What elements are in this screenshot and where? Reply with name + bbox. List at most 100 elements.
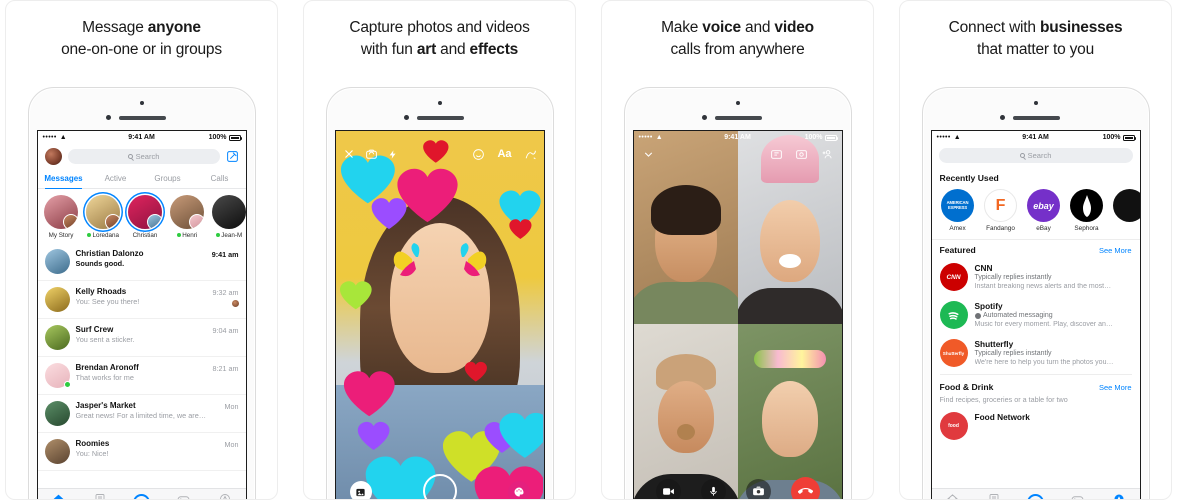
participant-face [761, 381, 818, 458]
conversation-row[interactable]: Roomies You: Nice! Mon [37, 433, 246, 471]
mic-toggle-button[interactable] [700, 478, 726, 499]
food-network-logo: food [939, 412, 968, 440]
switch-camera-icon [752, 486, 764, 495]
effects-palette-button[interactable] [507, 481, 530, 499]
tab-calls[interactable]: Calls [194, 170, 246, 188]
video-tile-3[interactable] [633, 323, 738, 499]
stories-row: My Story Loredana Christian Henri Jean-M [38, 189, 246, 243]
tab-bar: Messages Active Groups Calls [37, 170, 246, 189]
story-item[interactable]: My Story [43, 195, 80, 239]
conversation-row[interactable]: Surf Crew You sent a sticker. 9:04 am [37, 319, 246, 357]
story-item[interactable]: Jean-M [211, 195, 246, 239]
conversation-time: Mon [224, 401, 239, 411]
gallery-button[interactable] [349, 481, 372, 499]
cnn-logo: CNN [939, 263, 968, 291]
nav-games[interactable]: Games [162, 493, 204, 499]
nav-people[interactable]: People [973, 493, 1015, 499]
business-row[interactable]: CNN CNN Typically replies instantly Inst… [932, 258, 1140, 296]
business-description: We're here to help you turn the photos y… [974, 358, 1114, 366]
bottom-nav-1: Home People Games Discov [37, 488, 246, 499]
shutter-button[interactable] [422, 474, 457, 499]
headline-line2: calls from anywhere [670, 41, 805, 58]
conversation-avatar [44, 362, 71, 388]
effects-icon[interactable] [770, 148, 783, 161]
see-more-link[interactable]: See More [1099, 383, 1132, 392]
video-toggle-button[interactable] [655, 478, 681, 499]
story-item[interactable]: Henri [169, 195, 206, 239]
flip-camera-icon[interactable] [365, 148, 378, 161]
headline-line1: Capture photos and videos [349, 19, 530, 36]
phone-frame-1: ••••• ▲ 9:41 AM 100% Search Messages Act… [27, 87, 256, 499]
see-more-link[interactable]: See More [1099, 246, 1132, 255]
business-name: CNN [974, 263, 993, 273]
brand-item[interactable]: AMERICAN EXPRESS Amex [940, 189, 976, 232]
conversation-row[interactable]: Christian Dalonzo Sounds good. 9:41 am [37, 243, 246, 281]
brand-item[interactable] [1112, 189, 1140, 232]
section-subtitle: Find recipes, groceries or a table for t… [939, 395, 1068, 404]
story-item[interactable]: Loredana [85, 195, 122, 239]
conversation-row[interactable]: Kelly Rhoads You: See you there! 9:32 am [37, 281, 246, 319]
gallery-icon [356, 488, 365, 496]
close-icon[interactable] [343, 148, 355, 160]
conversation-row[interactable]: Brendan Aronoff That works for me 8:21 a… [37, 357, 246, 395]
nav-home[interactable]: Home [932, 493, 974, 499]
headline-line2: that matter to you [976, 41, 1095, 58]
brand-item[interactable]: Sephora [1069, 189, 1105, 232]
avatar[interactable] [44, 148, 62, 165]
headline-text: Connect with [948, 19, 1040, 36]
headline-text: Make [661, 19, 703, 36]
tab-messages[interactable]: Messages [38, 170, 90, 189]
business-row[interactable]: Spotify Automated messaging Music for ev… [932, 296, 1140, 334]
brand-item[interactable]: ebay eBay [1026, 189, 1062, 232]
participant-face [657, 381, 714, 454]
business-row[interactable]: Shutterfly Shutterfly Typically replies … [932, 334, 1140, 372]
tab-groups[interactable]: Groups [142, 170, 194, 188]
doodle-icon[interactable] [524, 148, 537, 161]
search-input[interactable]: Search [938, 148, 1133, 163]
nav-camera[interactable] [1015, 494, 1057, 499]
screenshot-card-camera: Capture photos and videos with fun art a… [303, 0, 576, 500]
business-row[interactable]: food Food Network [932, 407, 1140, 445]
brand-name: eBay [1036, 225, 1051, 232]
proximity-sensor [105, 115, 111, 120]
story-name: Henri [169, 232, 206, 239]
nav-home[interactable]: Home [38, 493, 80, 499]
business-name: Food Network [974, 412, 1030, 422]
conversation-avatar [44, 400, 70, 426]
nav-people[interactable]: People [79, 493, 121, 499]
end-call-button[interactable] [790, 476, 820, 499]
bottom-nav-4: Home People Games Discov [931, 488, 1140, 499]
snapshot-icon[interactable] [795, 148, 808, 161]
discover-icon [1114, 494, 1124, 499]
nav-camera[interactable] [121, 494, 163, 499]
nav-discover[interactable]: Discover [1098, 493, 1140, 499]
headline-bold: video [774, 19, 814, 36]
minimize-chevron-icon[interactable] [642, 148, 655, 161]
featured-header: Featured See More [932, 240, 1140, 258]
conversation-row[interactable]: Jasper's Market Great news! For a limite… [37, 395, 246, 433]
story-item[interactable]: Christian [127, 195, 164, 239]
flash-icon[interactable] [388, 148, 398, 161]
compose-icon[interactable] [226, 150, 239, 163]
shutterfly-logo: Shutterfly [939, 339, 968, 367]
video-tile-4[interactable] [737, 323, 842, 499]
effects-smiley-icon[interactable] [472, 148, 485, 161]
battery-icon [1122, 134, 1136, 141]
story-avatar [44, 195, 78, 229]
nav-discover[interactable]: Discover [204, 493, 246, 499]
text-icon[interactable]: Aa [497, 148, 511, 160]
brand-item[interactable]: F Fandango [983, 189, 1019, 232]
add-person-icon[interactable] [820, 148, 834, 161]
search-input[interactable]: Search [67, 149, 220, 164]
card-headline-3: Make voice and video calls from anywhere [602, 1, 873, 61]
tab-active[interactable]: Active [90, 170, 142, 188]
conversation-list: Christian Dalonzo Sounds good. 9:41 am K… [37, 243, 246, 471]
phone-frame-2: Aa [325, 87, 554, 499]
online-dot-icon [176, 232, 181, 237]
phone-frame-4: ••••• ▲ 9:41 AM 100% Search Recently Use… [921, 87, 1150, 499]
switch-camera-button[interactable] [745, 478, 771, 499]
earpiece-speaker [714, 116, 762, 120]
nav-games[interactable]: Games [1056, 493, 1098, 499]
card-headline-1: Message anyone one-on-one or in groups [6, 1, 277, 61]
search-icon [127, 154, 133, 159]
